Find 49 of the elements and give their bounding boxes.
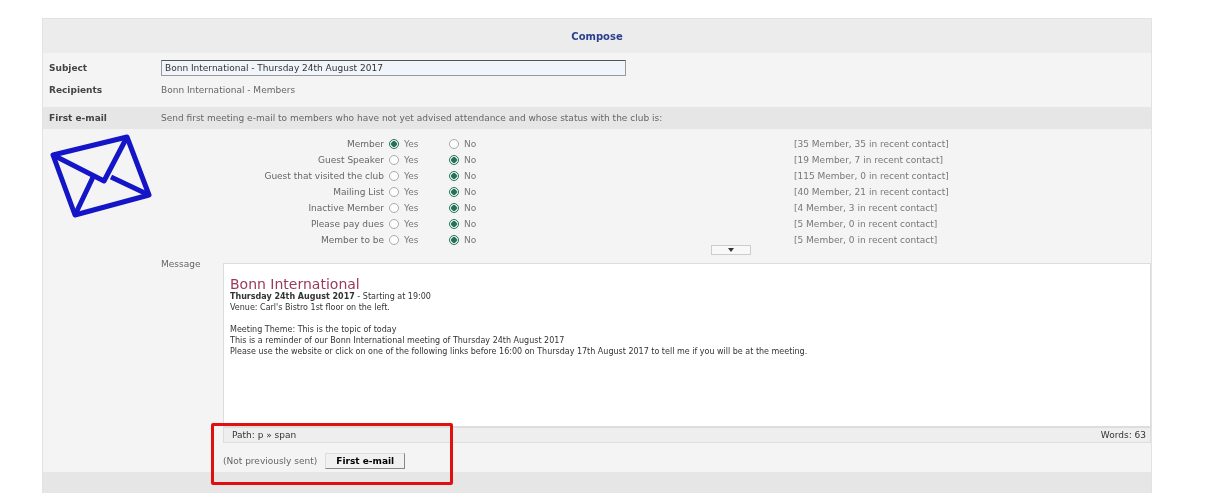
caret-icon xyxy=(728,248,734,252)
message-heading: Bonn International xyxy=(230,276,361,292)
yes-radio[interactable]: Yes xyxy=(389,171,449,181)
status-label: Member xyxy=(345,139,385,149)
word-count: Words: 63 xyxy=(1100,430,1146,440)
status-label: Mailing List xyxy=(332,187,385,197)
no-radio[interactable]: No xyxy=(449,187,509,197)
no-radio[interactable]: No xyxy=(449,139,509,149)
recipients-label: Recipients xyxy=(48,85,104,95)
member-count: [19 Member, 7 in recent contact] xyxy=(793,155,945,165)
first-email-button[interactable]: First e-mail xyxy=(325,453,406,469)
member-count: [40 Member, 21 in recent contact] xyxy=(793,187,950,197)
message-editor[interactable] xyxy=(223,263,1151,427)
expand-button[interactable] xyxy=(711,245,751,255)
message-line: This is a reminder of our Bonn International meeting of Thursday 24th August 2017 xyxy=(230,336,566,347)
no-radio[interactable]: No xyxy=(449,235,509,245)
message-line: Meeting Theme: This is the topic of today xyxy=(230,325,398,336)
recipients-value: Bonn International - Members xyxy=(161,85,297,95)
no-radio[interactable]: No xyxy=(449,171,509,181)
yes-radio[interactable]: Yes xyxy=(389,155,449,165)
status-label: Guest Speaker xyxy=(317,155,385,165)
status-label: Please pay dues xyxy=(309,219,385,229)
compose-title: Compose xyxy=(571,30,623,42)
send-status: (Not previously sent) xyxy=(223,456,318,466)
status-label: Member to be xyxy=(319,235,385,245)
member-count: [115 Member, 0 in recent contact] xyxy=(793,171,950,181)
path-text: Path: p » span xyxy=(232,430,297,440)
status-label: Guest that visited the club xyxy=(263,171,385,181)
yes-radio[interactable]: Yes xyxy=(389,219,449,229)
member-count: [5 Member, 0 in recent contact] xyxy=(793,219,939,229)
first-email-description: Send first meeting e-mail to members who have not yet advised attendance and whose status with the club is: xyxy=(161,113,664,123)
message-line: Thursday 24th August 2017 - Starting at 19:00 xyxy=(230,292,432,303)
subject-field[interactable]: Bonn International - Thursday 24th August 2017 xyxy=(161,60,626,76)
member-count: [5 Member, 0 in recent contact] xyxy=(793,235,939,245)
subject-label: Subject xyxy=(48,63,89,73)
message-line: Venue: Carl's Bistro 1st floor on the left. xyxy=(230,303,391,314)
message-label: Message xyxy=(161,258,202,271)
no-radio[interactable]: No xyxy=(449,203,509,213)
message-line: Please use the website or click on one of the following links before 16:00 on Thursday 17th August 2017 to tell me if you will be at the meeting. xyxy=(230,347,809,358)
yes-radio[interactable]: Yes xyxy=(389,187,449,197)
yes-radio[interactable]: Yes xyxy=(389,235,449,245)
no-radio[interactable]: No xyxy=(449,155,509,165)
member-count: [4 Member, 3 in recent contact] xyxy=(793,203,939,213)
status-label: Inactive Member xyxy=(307,203,385,213)
yes-radio[interactable]: Yes xyxy=(389,203,449,213)
first-email-label: First e-mail xyxy=(48,113,108,123)
yes-radio[interactable]: Yes xyxy=(389,139,449,149)
no-radio[interactable]: No xyxy=(449,219,509,229)
member-count: [35 Member, 35 in recent contact] xyxy=(793,139,950,149)
